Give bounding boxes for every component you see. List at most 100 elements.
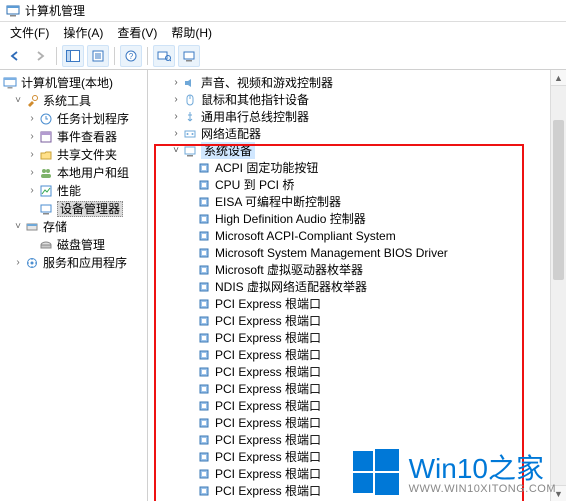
device-item[interactable]: PCI Express 根端口 xyxy=(152,346,564,363)
tree-disk-mgmt[interactable]: 磁盘管理 xyxy=(2,236,145,254)
device-item[interactable]: PCI Express 根端口 xyxy=(152,329,564,346)
device-item[interactable]: ACPI 固定功能按钮 xyxy=(152,159,564,176)
device-item-label: Microsoft System Management BIOS Driver xyxy=(215,246,448,260)
tree-root[interactable]: 计算机管理(本地) xyxy=(2,74,145,92)
cat-network[interactable]: › 网络适配器 xyxy=(152,125,564,142)
device-item[interactable]: Microsoft 虚拟驱动器枚举器 xyxy=(152,261,564,278)
expand-icon[interactable]: › xyxy=(26,128,38,146)
menu-help[interactable]: 帮助(H) xyxy=(165,22,218,43)
scan-hardware-button[interactable] xyxy=(153,45,175,67)
expand-icon[interactable]: › xyxy=(12,254,24,272)
toolbar-separator xyxy=(56,47,57,65)
collapse-icon[interactable]: ˅ xyxy=(12,218,24,236)
tree-root-label: 计算机管理(本地) xyxy=(21,74,113,92)
tree-label: 性能 xyxy=(57,182,81,200)
expand-icon[interactable]: › xyxy=(170,111,182,122)
chip-icon xyxy=(196,178,212,192)
tree-label: 事件查看器 xyxy=(57,128,117,146)
tree-event-viewer[interactable]: › 事件查看器 xyxy=(2,128,145,146)
tree-services-apps[interactable]: › 服务和应用程序 xyxy=(2,254,145,272)
expand-icon[interactable]: › xyxy=(170,94,182,105)
chip-icon xyxy=(196,263,212,277)
device-item[interactable]: PCI Express 根端口 xyxy=(152,397,564,414)
device-item[interactable]: PCI Express 根端口 xyxy=(152,312,564,329)
chip-icon xyxy=(196,331,212,345)
expand-icon[interactable]: › xyxy=(170,128,182,139)
svg-text:?: ? xyxy=(129,52,134,61)
usb-icon xyxy=(182,110,198,124)
folder-share-icon xyxy=(38,148,54,162)
chip-icon xyxy=(196,433,212,447)
toolbar-separator xyxy=(147,47,148,65)
cat-system-devices[interactable]: ˅ 系统设备 xyxy=(152,142,564,159)
tree-label: 本地用户和组 xyxy=(57,164,129,182)
expand-icon[interactable]: › xyxy=(26,110,38,128)
tree-performance[interactable]: › 性能 xyxy=(2,182,145,200)
device-item[interactable]: High Definition Audio 控制器 xyxy=(152,210,564,227)
device-item[interactable]: EISA 可编程中断控制器 xyxy=(152,193,564,210)
tree-device-manager[interactable]: 设备管理器 xyxy=(2,200,145,218)
tree-label: 磁盘管理 xyxy=(57,236,105,254)
cat-usb[interactable]: › 通用串行总线控制器 xyxy=(152,108,564,125)
update-driver-button[interactable] xyxy=(178,45,200,67)
device-item-label: PCI Express 根端口 xyxy=(215,431,321,448)
cat-label: 网络适配器 xyxy=(201,125,261,142)
chip-icon xyxy=(196,246,212,260)
chip-icon xyxy=(196,416,212,430)
tree-shared-folders[interactable]: › 共享文件夹 xyxy=(2,146,145,164)
menu-view[interactable]: 查看(V) xyxy=(111,22,163,43)
device-item-label: PCI Express 根端口 xyxy=(215,414,321,431)
device-item[interactable]: CPU 到 PCI 桥 xyxy=(152,176,564,193)
tree-task-scheduler[interactable]: › 任务计划程序 xyxy=(2,110,145,128)
device-item[interactable]: Microsoft System Management BIOS Driver xyxy=(152,244,564,261)
cat-mouse[interactable]: › 鼠标和其他指针设备 xyxy=(152,91,564,108)
device-item-label: EISA 可编程中断控制器 xyxy=(215,193,341,210)
device-item[interactable]: PCI Express 根端口 xyxy=(152,295,564,312)
device-item[interactable]: PCI Express 根端口 xyxy=(152,414,564,431)
tree-label: 服务和应用程序 xyxy=(43,254,127,272)
scroll-down-button[interactable]: ▼ xyxy=(551,485,566,501)
chip-icon xyxy=(196,314,212,328)
expand-icon[interactable]: › xyxy=(26,164,38,182)
collapse-icon[interactable]: ˅ xyxy=(12,92,24,110)
device-item-label: PCI Express 根端口 xyxy=(215,295,321,312)
chip-icon xyxy=(196,365,212,379)
collapse-icon[interactable]: ˅ xyxy=(170,145,182,156)
expand-icon[interactable]: › xyxy=(26,146,38,164)
properties-button[interactable] xyxy=(87,45,109,67)
vertical-scrollbar[interactable]: ▲ ▼ xyxy=(550,70,566,501)
device-item[interactable]: PCI Express 根端口 xyxy=(152,380,564,397)
expand-icon[interactable]: › xyxy=(26,182,38,200)
right-pane: › 声音、视频和游戏控制器 › 鼠标和其他指针设备 › 通用串行总线控制器 xyxy=(148,70,566,501)
device-item-label: PCI Express 根端口 xyxy=(215,448,321,465)
forward-button[interactable] xyxy=(29,45,51,67)
device-item-label: PCI Express 根端口 xyxy=(215,346,321,363)
device-item[interactable]: PCI Express 根端口 xyxy=(152,465,564,482)
tree-label: 系统工具 xyxy=(43,92,91,110)
tree-local-users[interactable]: › 本地用户和组 xyxy=(2,164,145,182)
cat-label-selected: 系统设备 xyxy=(201,142,255,159)
device-item-label: PCI Express 根端口 xyxy=(215,363,321,380)
tree-sys-tools[interactable]: ˅ 系统工具 xyxy=(2,92,145,110)
device-item[interactable]: PCI Express 根端口 xyxy=(152,363,564,380)
cat-audio[interactable]: › 声音、视频和游戏控制器 xyxy=(152,74,564,91)
mouse-icon xyxy=(182,93,198,107)
menu-action[interactable]: 操作(A) xyxy=(57,22,109,43)
device-item[interactable]: Microsoft ACPI-Compliant System xyxy=(152,227,564,244)
device-item[interactable]: PCI Express 根端口 xyxy=(152,482,564,499)
scroll-thumb[interactable] xyxy=(553,120,564,280)
help-button[interactable]: ? xyxy=(120,45,142,67)
chip-icon xyxy=(196,450,212,464)
scroll-up-button[interactable]: ▲ xyxy=(551,70,566,86)
device-item[interactable]: PCI Express 根端口 xyxy=(152,431,564,448)
device-item[interactable]: PCI Express 根端口 xyxy=(152,448,564,465)
event-icon xyxy=(38,130,54,144)
tree-storage[interactable]: ˅ 存储 xyxy=(2,218,145,236)
show-hide-tree-button[interactable] xyxy=(62,45,84,67)
menu-file[interactable]: 文件(F) xyxy=(4,22,55,43)
device-item-label: PCI Express 根端口 xyxy=(215,465,321,482)
device-item[interactable]: NDIS 虚拟网络适配器枚举器 xyxy=(152,278,564,295)
expand-icon[interactable]: › xyxy=(170,77,182,88)
back-button[interactable] xyxy=(4,45,26,67)
device-item-label: PCI Express 根端口 xyxy=(215,312,321,329)
